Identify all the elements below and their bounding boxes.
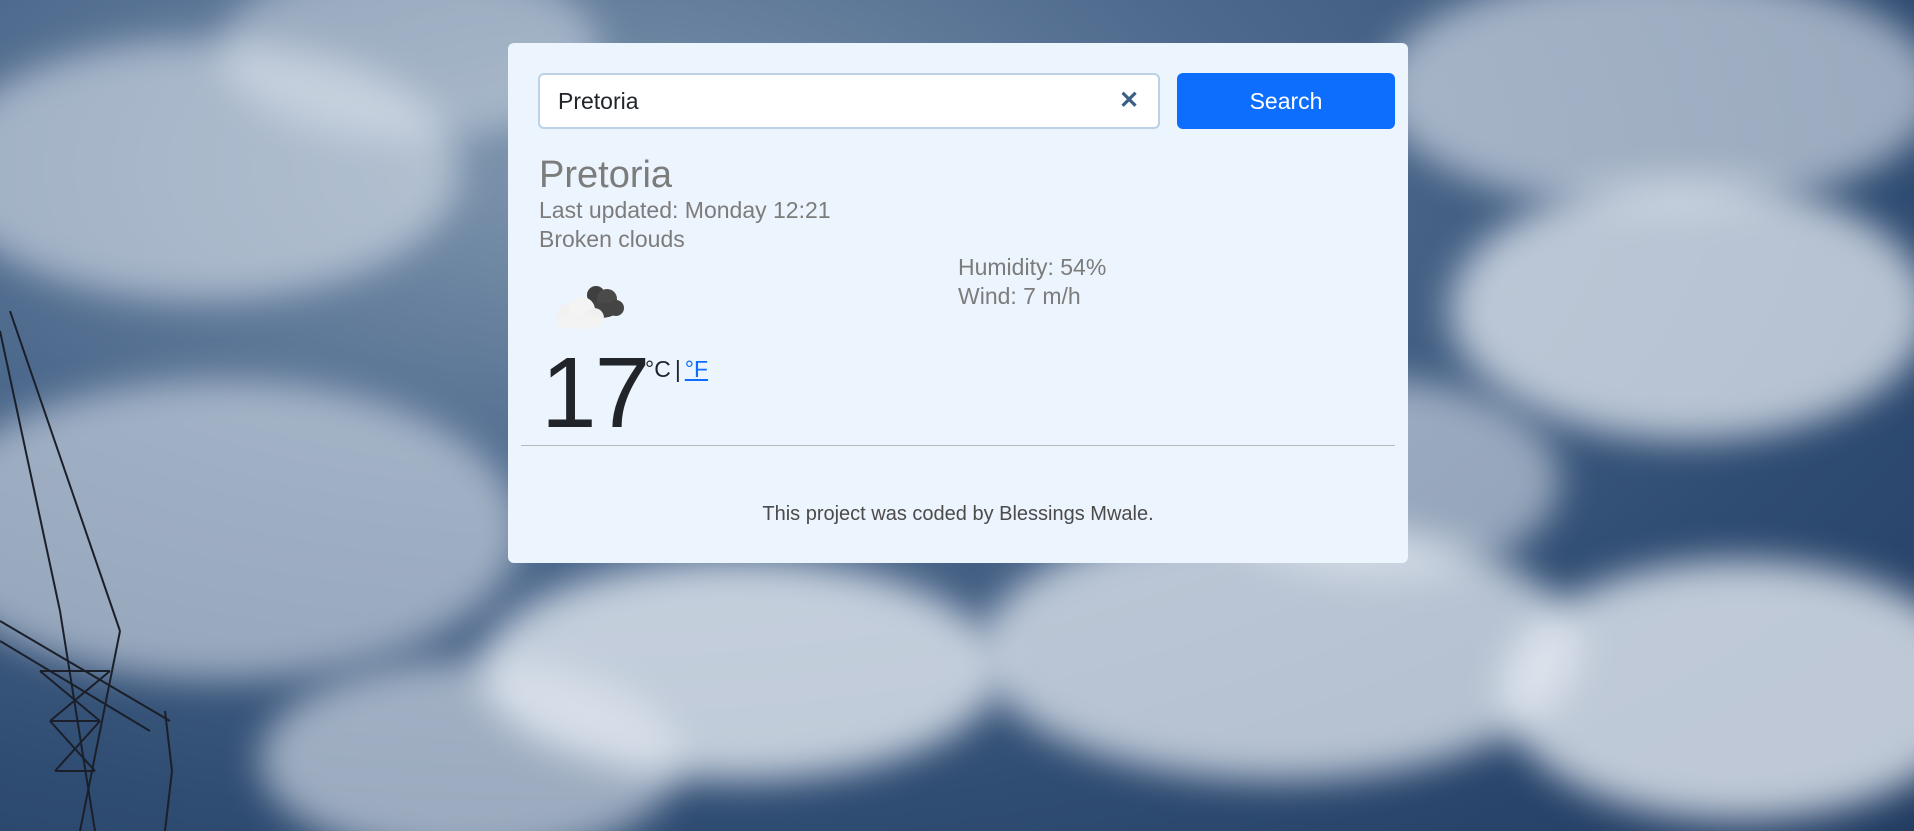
search-field[interactable]: ✕ (538, 73, 1160, 129)
search-input[interactable] (558, 75, 1098, 127)
broken-clouds-icon (556, 286, 624, 329)
unit-celsius[interactable]: °C (645, 356, 671, 382)
humidity-value: Humidity: 54% (958, 254, 1107, 280)
weather-card: ✕ Search Pretoria Last updated: Monday 1… (508, 43, 1408, 563)
close-icon[interactable]: ✕ (1118, 89, 1140, 113)
unit-fahrenheit-link[interactable]: °F (685, 356, 708, 382)
footer-credit: This project was coded by Blessings Mwal… (762, 503, 1154, 525)
search-button[interactable]: Search (1177, 73, 1395, 129)
wind-value: Wind: 7 m/h (958, 283, 1081, 309)
power-pylon-silhouette (0, 311, 173, 831)
city-name: Pretoria (539, 154, 673, 196)
last-updated: Last updated: Monday 12:21 (539, 197, 831, 223)
temperature-units: °C | °F (645, 356, 708, 383)
temperature-value: 17 (541, 337, 650, 449)
unit-separator: | (674, 356, 681, 382)
divider (521, 445, 1395, 446)
weather-description: Broken clouds (539, 226, 685, 252)
